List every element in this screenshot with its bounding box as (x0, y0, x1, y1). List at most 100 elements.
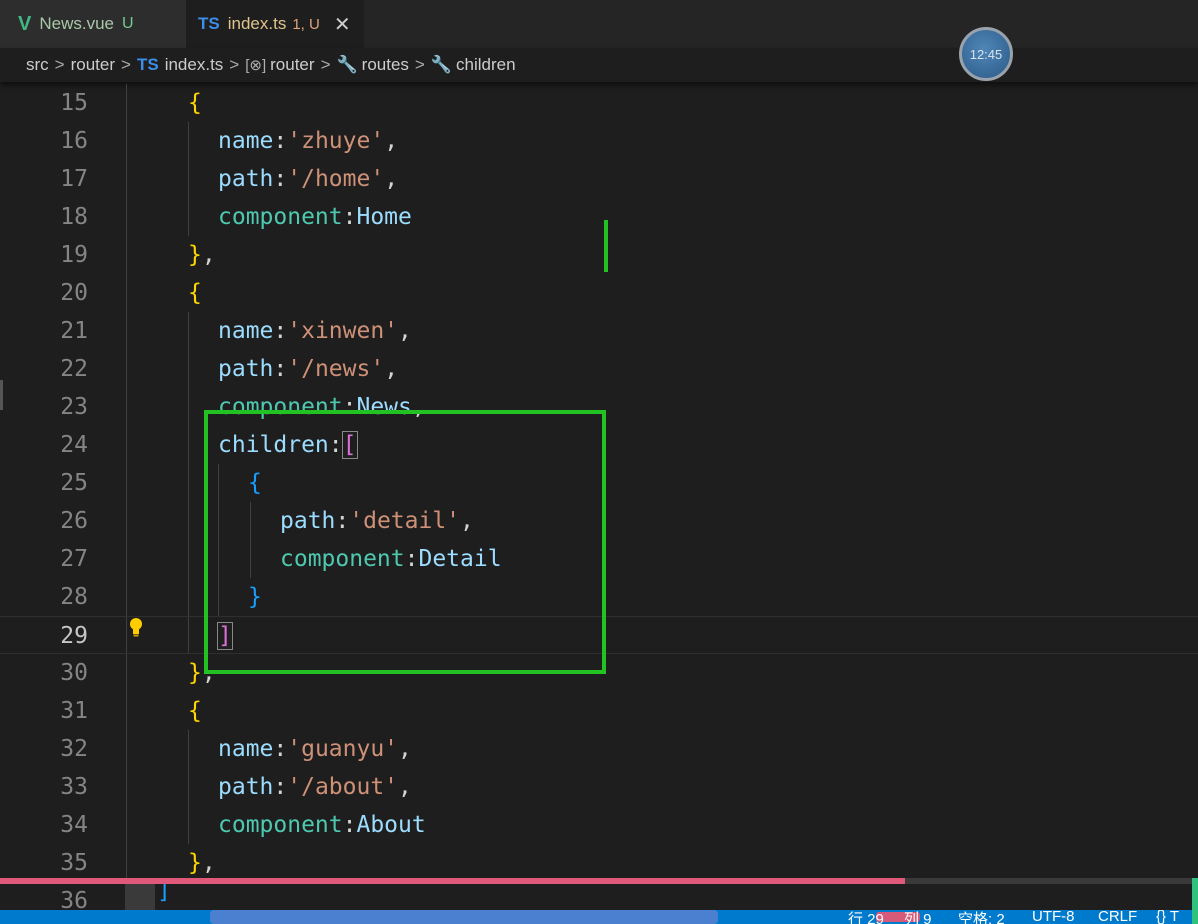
string-value: '/news' (287, 356, 385, 382)
brace: } (188, 660, 202, 686)
colon: : (342, 204, 357, 230)
breadcrumb-item-index-ts[interactable]: index.ts (165, 55, 224, 75)
brace: { (188, 698, 202, 724)
line-number: 24 (60, 432, 88, 458)
comma: , (384, 128, 399, 154)
code-line: 33 path:'/about', (0, 768, 1198, 806)
line-number: 17 (60, 166, 88, 192)
tab-label: index.ts (227, 14, 287, 33)
code-line: 31 { (0, 692, 1198, 730)
status-indentation[interactable]: 空格: 2 (958, 910, 1005, 924)
status-language[interactable]: {} T (1156, 910, 1179, 924)
property-key: name (218, 736, 274, 762)
wrench-icon: 🔧 (430, 55, 453, 74)
string-value: 'guanyu' (287, 736, 399, 762)
brace: { (188, 90, 202, 116)
chevron-right-icon: > (54, 55, 65, 74)
line-number: 21 (60, 318, 88, 344)
code-line: 18 component:Home (0, 198, 1198, 236)
code-line: 17 path:'/home', (0, 160, 1198, 198)
comma: , (201, 850, 216, 876)
wrench-icon: 🔧 (336, 55, 358, 74)
chevron-right-icon: > (121, 55, 131, 74)
comma: , (398, 318, 412, 344)
line-number: 26 (60, 508, 88, 534)
code-line: 20 { (0, 274, 1198, 312)
code-line: 34 component:About (0, 806, 1198, 844)
code-line: 16 name:'zhuye', (0, 122, 1198, 160)
status-column[interactable]: 列 9 (904, 910, 932, 924)
ts-file-icon: TS (136, 55, 159, 74)
property-key: path (218, 774, 274, 800)
tab-index-ts[interactable]: TS index.ts 1, U ✕ (186, 0, 364, 48)
chevron-right-icon: > (320, 55, 331, 74)
annotation-mark (604, 220, 608, 272)
breadcrumb-item-router-folder[interactable]: router (71, 55, 115, 75)
code-line: 21 name:'xinwen', (0, 312, 1198, 350)
code-line: 22 path:'/news', (0, 350, 1198, 388)
breadcrumb: src > router > TS index.ts > [⊗] router … (0, 48, 1198, 82)
string-value: 'zhuye' (287, 128, 385, 154)
property-key: path (218, 356, 274, 382)
breadcrumb-item-routes[interactable]: routes (362, 55, 409, 75)
edge-indicator (1192, 878, 1198, 924)
line-number: 35 (60, 850, 88, 876)
breadcrumb-item-children[interactable]: children (456, 55, 516, 75)
comma: , (384, 356, 399, 382)
colon: : (273, 128, 288, 154)
breadcrumb-item-router-symbol[interactable]: router (270, 55, 314, 75)
line-number: 15 (60, 90, 88, 116)
line-number: 29 (60, 623, 88, 649)
string-value: '/about' (287, 774, 399, 800)
code-line: 32 name:'guanyu', (0, 730, 1198, 768)
ts-file-icon: TS (198, 14, 220, 33)
tab-status: U (121, 15, 134, 32)
property-key: path (218, 166, 274, 192)
tab-label: News.vue (39, 14, 114, 33)
variable-symbol-icon: [⊗] (245, 57, 267, 74)
colon: : (273, 736, 288, 762)
status-eol[interactable]: CRLF (1098, 910, 1137, 924)
code-line: 19 }, (0, 236, 1198, 274)
line-number: 36 (60, 888, 88, 910)
line-number: 23 (60, 394, 88, 420)
lightbulb-icon[interactable] (129, 617, 143, 642)
vue-file-icon: V (18, 12, 32, 35)
chevron-right-icon: > (414, 55, 425, 74)
colon: : (273, 166, 288, 192)
line-number: 31 (60, 698, 88, 724)
string-value: 'xinwen' (287, 318, 399, 344)
string-value: '/home' (287, 166, 385, 192)
line-number: 16 (60, 128, 88, 154)
gutter-block (125, 884, 155, 910)
comma: , (398, 736, 412, 762)
status-bar: 行 29 列 9 空格: 2 UTF-8 CRLF {} T (0, 910, 1198, 924)
lightbulb-icon-graphic (130, 618, 142, 637)
chevron-right-icon: > (229, 55, 240, 74)
highlight-box (204, 410, 606, 674)
comma: , (201, 242, 216, 268)
bracket: ] (157, 884, 171, 904)
brace: { (188, 280, 202, 306)
property-key: name (218, 318, 274, 344)
code-line: 35 }, (0, 844, 1198, 882)
line-number: 25 (60, 470, 88, 496)
line-number: 19 (60, 242, 88, 268)
brace: } (188, 850, 202, 876)
breadcrumb-item-src[interactable]: src (26, 55, 49, 75)
property-key: component (218, 812, 343, 838)
status-encoding[interactable]: UTF-8 (1032, 910, 1075, 924)
status-segment (210, 910, 920, 924)
tab-status: 1, U (292, 15, 320, 33)
comma: , (384, 166, 399, 192)
tab-bar: V News.vue U TS index.ts 1, U ✕ (0, 0, 1198, 48)
line-number: 22 (60, 356, 88, 382)
brace: } (188, 242, 202, 268)
colon: : (273, 318, 288, 344)
line-number: 18 (60, 204, 88, 230)
tab-news-vue[interactable]: V News.vue U (0, 0, 186, 48)
line-number: 27 (60, 546, 88, 572)
status-line[interactable]: 行 29 (848, 910, 884, 924)
close-icon[interactable]: ✕ (334, 12, 351, 37)
line-number: 32 (60, 736, 88, 762)
